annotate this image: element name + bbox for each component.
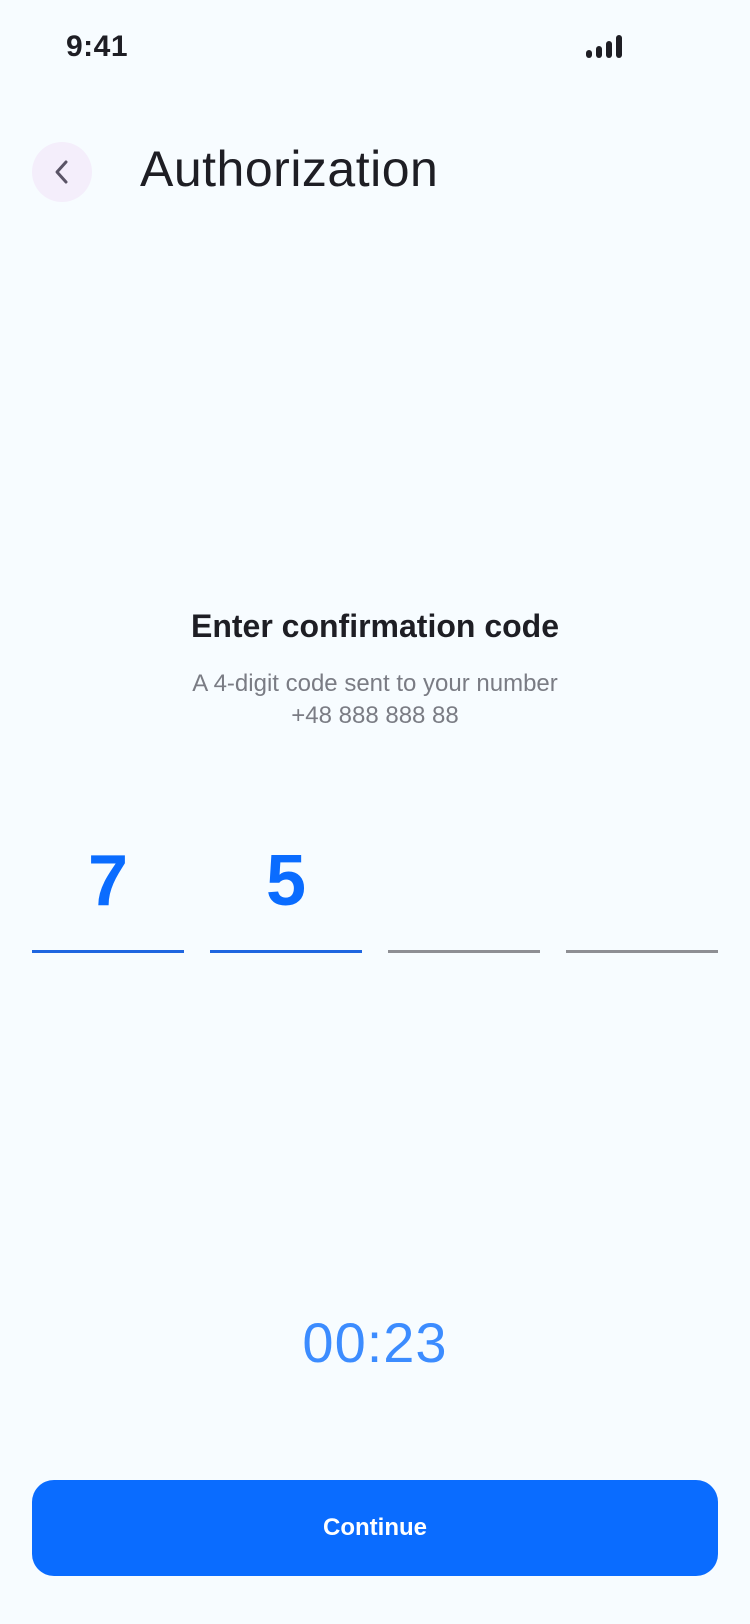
code-digit-field-2[interactable]: 5: [210, 838, 362, 953]
back-button[interactable]: [32, 142, 92, 202]
code-digit-field-3[interactable]: [388, 838, 540, 953]
code-input-row: 7 5: [32, 838, 718, 953]
page-title: Authorization: [140, 141, 439, 197]
resend-timer: 00:23: [302, 1311, 448, 1374]
code-digit-1: 7: [87, 841, 129, 921]
authorization-screen: 9:41 Authorization Enter confirmation co…: [0, 0, 750, 1624]
confirmation-subtext: A 4-digit code sent to your number +48 8…: [192, 670, 558, 729]
code-digit-field-4[interactable]: [566, 838, 718, 953]
code-underline-3: [388, 950, 540, 953]
continue-button[interactable]: Continue: [32, 1480, 718, 1576]
code-digit-2: 5: [265, 841, 307, 921]
status-time: 9:41: [66, 30, 129, 63]
chevron-left-icon: [55, 160, 68, 184]
code-underline-4: [566, 950, 718, 953]
code-underline-1: [32, 950, 184, 953]
confirmation-heading: Enter confirmation code: [190, 608, 560, 644]
signal-bars-icon: [586, 35, 622, 58]
code-digit-field-1[interactable]: 7: [32, 838, 184, 953]
code-underline-2: [210, 950, 362, 953]
